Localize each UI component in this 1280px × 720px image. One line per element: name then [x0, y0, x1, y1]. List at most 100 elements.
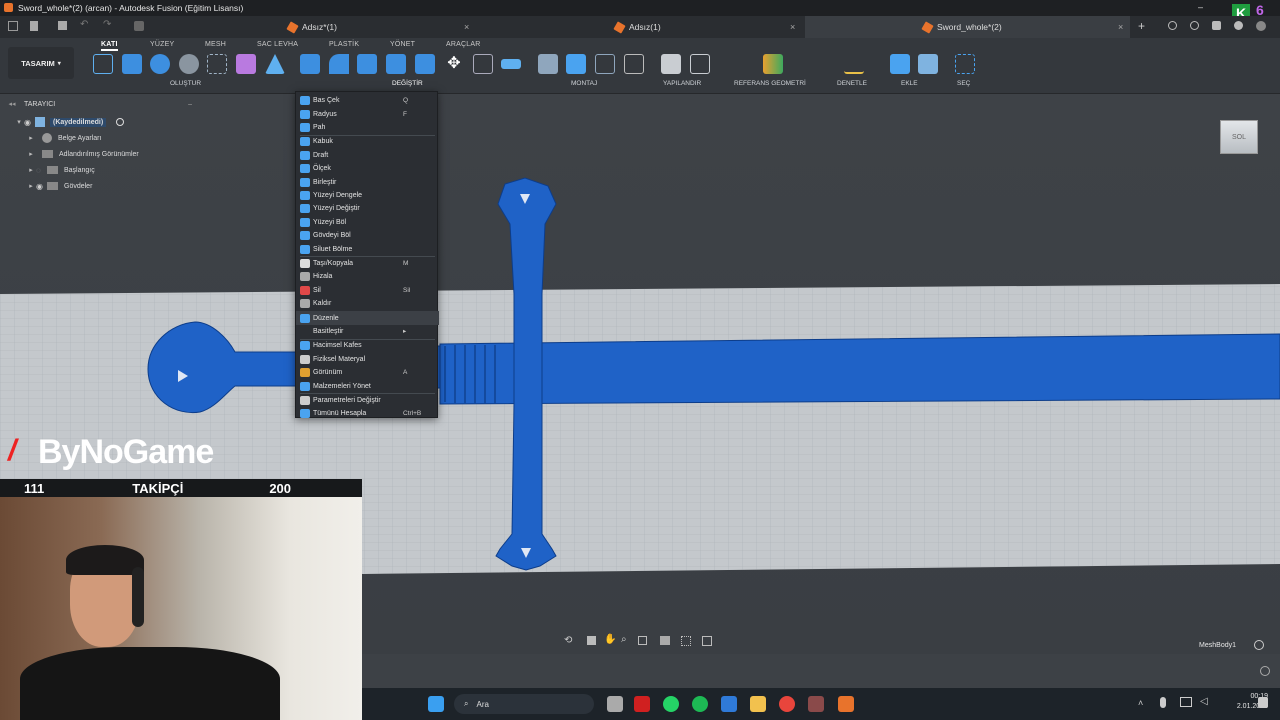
- menu-item-presspull[interactable]: Bas Çek Q: [296, 94, 439, 107]
- create-sketch-icon[interactable]: [93, 54, 113, 74]
- configure-icon[interactable]: [661, 54, 681, 74]
- expand-icon[interactable]: ▸: [26, 150, 36, 158]
- file-icon[interactable]: [30, 21, 38, 31]
- tab-solid[interactable]: KATI: [101, 41, 118, 51]
- tab-mesh[interactable]: MESH: [205, 41, 226, 48]
- menu-item-combine[interactable]: Birleştir: [296, 175, 439, 188]
- whatsapp-icon[interactable]: [663, 696, 679, 712]
- display-settings-icon[interactable]: [660, 636, 670, 645]
- menu-item-silhouette-split[interactable]: Siluet Bölme: [296, 242, 439, 255]
- orbit-icon[interactable]: ⟲: [564, 635, 572, 646]
- taskbar-search[interactable]: ⌕ Ara: [454, 694, 594, 714]
- group-inspect[interactable]: DENETLE: [837, 80, 867, 87]
- browser-item-document-settings[interactable]: ▸ Belge Ayarları: [0, 130, 200, 146]
- group-modify[interactable]: DEĞİŞTİR: [392, 80, 423, 87]
- expand-icon[interactable]: ▸: [26, 134, 36, 142]
- extrude-icon[interactable]: [122, 54, 142, 74]
- menu-item-split-face[interactable]: Yüzeyi Böl: [296, 216, 439, 229]
- chrome-icon[interactable]: [779, 696, 795, 712]
- zoom-icon[interactable]: ⌕: [621, 634, 627, 645]
- combine-icon[interactable]: [415, 54, 435, 74]
- help-icon[interactable]: [1234, 21, 1243, 30]
- redo-icon[interactable]: ↷: [103, 19, 111, 30]
- fillet-icon[interactable]: [329, 54, 349, 74]
- parameters-icon[interactable]: [501, 59, 521, 69]
- sync-icon[interactable]: [1168, 21, 1177, 30]
- select-icon[interactable]: [955, 54, 975, 74]
- group-select[interactable]: SEÇ: [957, 80, 970, 87]
- tab-close-icon[interactable]: ×: [464, 22, 469, 32]
- collapse-panel-icon[interactable]: –: [188, 101, 192, 108]
- revolve-icon[interactable]: [150, 54, 170, 74]
- rigid-group-icon[interactable]: [624, 54, 644, 74]
- hidden-eye-icon[interactable]: ◌: [36, 166, 47, 175]
- volume-icon[interactable]: ◁: [1200, 696, 1208, 707]
- selection-settings-icon[interactable]: [1254, 640, 1264, 650]
- group-configure[interactable]: YAPILANDIR: [663, 80, 701, 87]
- tab-utilities[interactable]: ARAÇLAR: [446, 41, 480, 48]
- obs-icon[interactable]: [808, 696, 824, 712]
- tab-adsiz-1[interactable]: Adsız(1) ×: [613, 16, 800, 38]
- form-icon[interactable]: [236, 54, 256, 74]
- joint-icon[interactable]: [566, 54, 586, 74]
- menu-item-manage-materials[interactable]: Malzemeleri Yönet: [296, 379, 439, 392]
- mail-icon[interactable]: [721, 696, 737, 712]
- shell-icon[interactable]: [386, 54, 406, 74]
- menu-item-edit[interactable]: Düzenle: [296, 311, 439, 325]
- visibility-eye-icon[interactable]: ◉: [24, 118, 35, 127]
- visibility-eye-icon[interactable]: ◉: [36, 182, 47, 191]
- grid-menu-icon[interactable]: [8, 21, 18, 31]
- grid-settings-icon[interactable]: [681, 636, 691, 646]
- save-icon[interactable]: [58, 21, 67, 30]
- menu-item-replace-face[interactable]: Yüzeyi Değiştir: [296, 202, 439, 215]
- pan-icon[interactable]: ✋: [604, 634, 616, 645]
- notification-bell-icon[interactable]: [1258, 697, 1268, 708]
- table-icon[interactable]: [690, 54, 710, 74]
- menu-item-delete[interactable]: Sil Sil: [296, 284, 439, 297]
- browser-item-origin[interactable]: ▸ ◌ Başlangıç: [0, 162, 200, 178]
- tray-chevron-icon[interactable]: ˄: [1138, 698, 1143, 708]
- file-explorer-icon[interactable]: [750, 696, 766, 712]
- fit-icon[interactable]: [638, 636, 647, 645]
- minimize-icon[interactable]: –: [1198, 2, 1203, 12]
- fusion-icon[interactable]: [838, 696, 854, 712]
- expand-icon[interactable]: ▸: [26, 166, 36, 174]
- new-component-icon[interactable]: [538, 54, 558, 74]
- group-construct[interactable]: REFERANS GEOMETRİ: [734, 80, 806, 87]
- presspull-icon[interactable]: [300, 54, 320, 74]
- tab-close-icon[interactable]: ×: [790, 22, 795, 32]
- insert-image-icon[interactable]: [918, 54, 938, 74]
- menu-item-shell[interactable]: Kabuk: [296, 135, 439, 148]
- workspace-switcher[interactable]: TASARIM ▾: [8, 47, 74, 79]
- browser-item-bodies[interactable]: ▸ ◉ Gövdeler: [0, 178, 200, 194]
- menu-item-move[interactable]: Taşı/Kopyala M: [296, 257, 439, 270]
- tab-surface[interactable]: YÜZEY: [150, 41, 174, 48]
- as-built-joint-icon[interactable]: [595, 54, 615, 74]
- menu-item-split-body[interactable]: Gövdeyi Böl: [296, 229, 439, 242]
- spotify-icon[interactable]: [692, 696, 708, 712]
- tab-sheet-metal[interactable]: SAC LEVHA: [257, 41, 298, 48]
- menu-item-offset-face[interactable]: Yüzeyi Dengele: [296, 189, 439, 202]
- menu-item-appearance[interactable]: Görünüm A: [296, 366, 439, 379]
- menu-item-chamfer[interactable]: Pah: [296, 121, 439, 134]
- menu-item-compute[interactable]: Tümünü Hesapla Ctrl+B: [296, 407, 439, 420]
- align-icon[interactable]: [473, 54, 493, 74]
- insert-icon[interactable]: [890, 54, 910, 74]
- menu-item-material[interactable]: Fiziksel Materyal: [296, 353, 439, 366]
- expand-icon[interactable]: ▸: [26, 182, 36, 190]
- home-icon[interactable]: [134, 21, 144, 31]
- tab-close-icon[interactable]: ×: [1118, 22, 1123, 32]
- menu-item-remove[interactable]: Kaldır: [296, 297, 439, 310]
- menu-item-parameters[interactable]: Parametreleri Değiştir: [296, 394, 439, 407]
- viewports-icon[interactable]: [702, 636, 712, 646]
- menu-item-draft[interactable]: Draft: [296, 149, 439, 162]
- new-tab-icon[interactable]: +: [1138, 19, 1145, 33]
- hole-icon[interactable]: [179, 54, 199, 74]
- tab-plastic[interactable]: PLASTİK: [329, 41, 359, 48]
- network-icon[interactable]: [1180, 697, 1192, 707]
- online-icon[interactable]: [1190, 21, 1199, 30]
- chamfer-icon[interactable]: [357, 54, 377, 74]
- gear-icon[interactable]: [1260, 666, 1270, 676]
- menu-item-simplify[interactable]: Basitleştir ▸: [296, 325, 439, 338]
- undo-icon[interactable]: ↶: [80, 19, 88, 30]
